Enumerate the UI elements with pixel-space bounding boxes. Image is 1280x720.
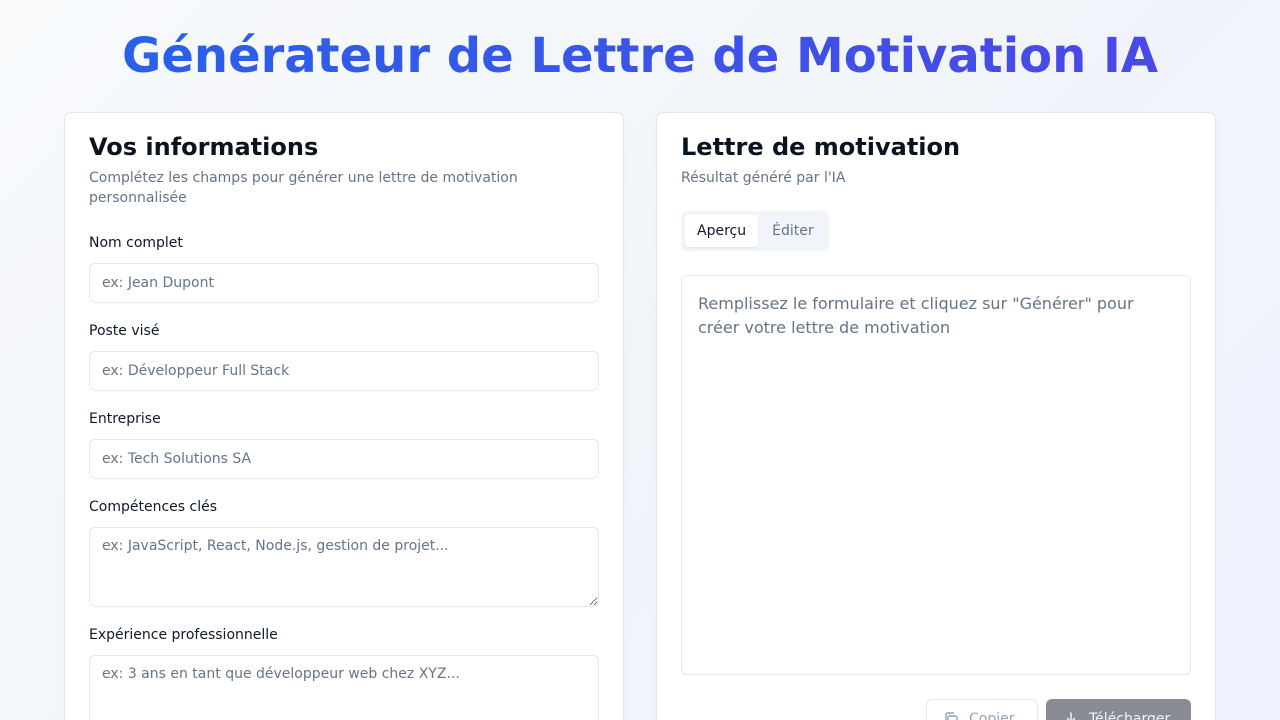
download-button-label: Télécharger bbox=[1089, 711, 1171, 720]
output-card-title: Lettre de motivation bbox=[681, 133, 961, 161]
company-label: Entreprise bbox=[89, 411, 161, 427]
skills-textarea[interactable] bbox=[89, 527, 599, 607]
position-label: Poste visé bbox=[89, 323, 160, 339]
experience-textarea[interactable] bbox=[89, 655, 599, 720]
page-title: Générateur de Lettre de Motivation IA bbox=[0, 27, 1280, 85]
copy-icon bbox=[943, 711, 959, 720]
experience-label: Expérience professionnelle bbox=[89, 627, 278, 643]
form-card: Vos informations Complétez les champs po… bbox=[64, 112, 624, 720]
tab-edit[interactable]: Éditer bbox=[760, 215, 825, 247]
output-card-description: Résultat généré par l'IA bbox=[681, 170, 846, 186]
skills-label: Compétences clés bbox=[89, 499, 218, 515]
name-label: Nom complet bbox=[89, 235, 183, 251]
copy-button-label: Copier bbox=[969, 711, 1015, 720]
download-button[interactable]: Télécharger bbox=[1046, 699, 1191, 720]
view-tabs: Aperçu Éditer bbox=[681, 211, 829, 251]
copy-button[interactable]: Copier bbox=[926, 699, 1038, 720]
company-input[interactable] bbox=[89, 439, 599, 479]
name-input[interactable] bbox=[89, 263, 599, 303]
letter-preview: Remplissez le formulaire et cliquez sur … bbox=[681, 275, 1191, 675]
download-icon bbox=[1063, 711, 1079, 720]
preview-placeholder: Remplissez le formulaire et cliquez sur … bbox=[698, 294, 1134, 337]
form-card-description: Complétez les champs pour générer une le… bbox=[89, 170, 518, 206]
position-input[interactable] bbox=[89, 351, 599, 391]
output-card: Lettre de motivation Résultat généré par… bbox=[656, 112, 1216, 720]
tab-preview[interactable]: Aperçu bbox=[685, 215, 759, 247]
form-card-title: Vos informations bbox=[89, 133, 319, 161]
